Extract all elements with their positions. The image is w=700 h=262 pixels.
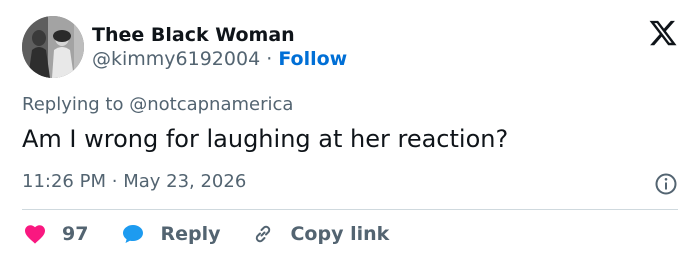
timestamp-date: May 23, 2026 bbox=[123, 171, 247, 192]
handle-separator: · bbox=[266, 48, 273, 70]
tweet-text: Am I wrong for laughing at her reaction? bbox=[22, 125, 509, 153]
copy-link-label: Copy link bbox=[290, 223, 390, 245]
user-handle[interactable]: @kimmy6192004 bbox=[92, 48, 260, 70]
replying-to: Replying to @notcapnamerica bbox=[22, 93, 293, 117]
tweet-timestamp[interactable]: 11:26 PM · May 23, 2026 bbox=[22, 170, 246, 194]
follow-button[interactable]: Follow bbox=[278, 48, 347, 70]
reply-button[interactable]: Reply bbox=[120, 222, 220, 246]
divider bbox=[22, 209, 678, 210]
like-count: 97 bbox=[62, 223, 89, 245]
tweet-header: Thee Black Woman @kimmy6192004 · Follow bbox=[22, 16, 347, 78]
tweet-actions: 97 Reply Copy link bbox=[22, 220, 389, 248]
avatar-image bbox=[22, 16, 84, 78]
avatar[interactable] bbox=[22, 16, 84, 78]
info-icon[interactable] bbox=[654, 172, 678, 196]
tweet-card: Thee Black Woman @kimmy6192004 · Follow … bbox=[0, 0, 700, 262]
timestamp-time: 11:26 PM bbox=[22, 171, 106, 192]
display-name[interactable]: Thee Black Woman bbox=[92, 23, 347, 47]
handle-row: @kimmy6192004 · Follow bbox=[92, 47, 347, 71]
copy-link-button[interactable]: Copy link bbox=[250, 222, 389, 246]
speech-bubble-icon bbox=[123, 225, 144, 243]
user-info: Thee Black Woman @kimmy6192004 · Follow bbox=[92, 23, 347, 71]
x-logo-icon[interactable] bbox=[648, 18, 678, 48]
like-button[interactable]: 97 bbox=[22, 222, 88, 246]
heart-icon bbox=[25, 225, 45, 244]
replying-mention[interactable]: @notcapnamerica bbox=[129, 94, 293, 115]
reply-label: Reply bbox=[160, 223, 221, 245]
timestamp-separator: · bbox=[111, 171, 118, 192]
replying-prefix: Replying to bbox=[22, 94, 124, 115]
link-icon bbox=[256, 225, 271, 243]
